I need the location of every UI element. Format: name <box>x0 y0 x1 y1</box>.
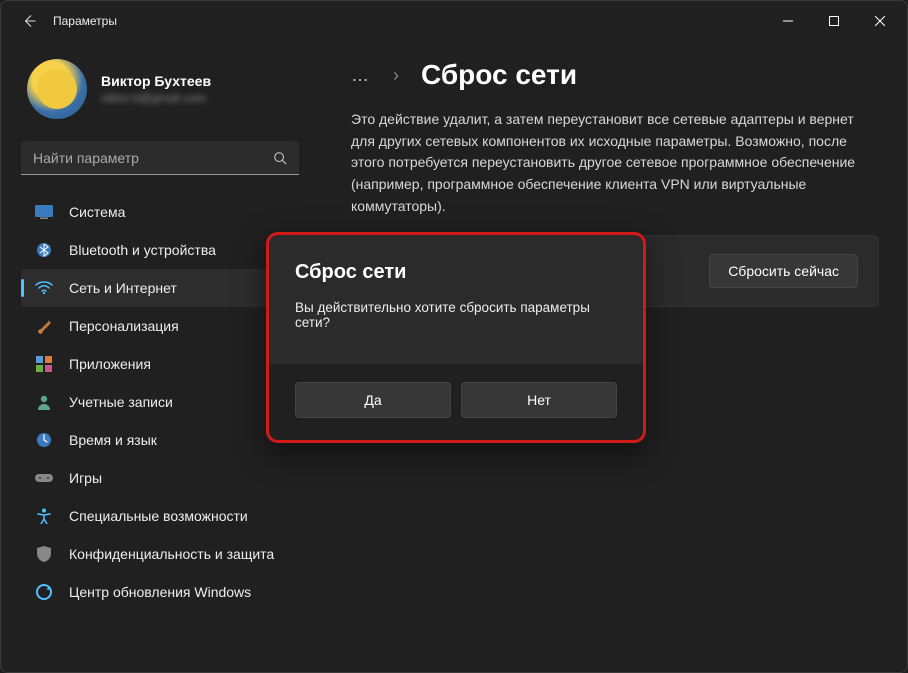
nav-accounts[interactable]: Учетные записи <box>21 383 305 421</box>
nav-apps[interactable]: Приложения <box>21 345 305 383</box>
accessibility-icon <box>35 507 53 525</box>
nav-privacy[interactable]: Конфиденциальность и защита <box>21 535 305 573</box>
nav-accessibility[interactable]: Специальные возможности <box>21 497 305 535</box>
nav-label: Конфиденциальность и защита <box>69 546 274 562</box>
nav-label: Игры <box>69 470 102 486</box>
profile-name: Виктор Бухтеев <box>101 73 211 89</box>
search-icon <box>273 151 287 165</box>
search-input[interactable] <box>33 150 273 166</box>
nav-label: Сеть и Интернет <box>69 280 177 296</box>
nav-label: Время и язык <box>69 432 157 448</box>
nav-label: Bluetooth и устройства <box>69 242 216 258</box>
nav-label: Учетные записи <box>69 394 173 410</box>
page-title: Сброс сети <box>421 59 577 91</box>
nav-network[interactable]: Сеть и Интернет <box>21 269 305 307</box>
nav-gaming[interactable]: Игры <box>21 459 305 497</box>
person-icon <box>35 393 53 411</box>
profile-email: viktor.b@gmail.com <box>101 91 211 105</box>
breadcrumb: … › Сброс сети <box>351 59 879 91</box>
back-button[interactable] <box>15 7 43 35</box>
bluetooth-icon <box>35 241 53 259</box>
page-description: Это действие удалит, а затем переустанов… <box>351 109 879 217</box>
maximize-icon <box>829 16 839 26</box>
shield-icon <box>35 545 53 563</box>
dialog-no-button[interactable]: Нет <box>461 382 617 418</box>
avatar <box>27 59 87 119</box>
nav-label: Система <box>69 204 125 220</box>
chevron-right-icon: › <box>393 65 399 86</box>
arrow-left-icon <box>22 14 36 28</box>
profile-block[interactable]: Виктор Бухтеев viktor.b@gmail.com <box>21 51 305 137</box>
close-button[interactable] <box>857 5 903 37</box>
dialog-message: Вы действительно хотите сбросить парамет… <box>295 300 617 330</box>
nav-personalization[interactable]: Персонализация <box>21 307 305 345</box>
gamepad-icon <box>35 469 53 487</box>
maximize-button[interactable] <box>811 5 857 37</box>
apps-icon <box>35 355 53 373</box>
dialog-yes-button[interactable]: Да <box>295 382 451 418</box>
titlebar: Параметры <box>1 1 907 41</box>
window-controls <box>765 5 903 37</box>
nav-windows-update[interactable]: Центр обновления Windows <box>21 573 305 611</box>
nav-label: Персонализация <box>69 318 179 334</box>
nav-list: Система Bluetooth и устройства Сеть и Ин… <box>21 193 305 611</box>
minimize-icon <box>783 16 793 26</box>
close-icon <box>875 16 885 26</box>
clock-globe-icon <box>35 431 53 449</box>
minimize-button[interactable] <box>765 5 811 37</box>
nav-label: Специальные возможности <box>69 508 248 524</box>
window-title: Параметры <box>53 14 765 28</box>
breadcrumb-more[interactable]: … <box>351 65 371 86</box>
update-icon <box>35 583 53 601</box>
monitor-icon <box>35 203 53 221</box>
wifi-icon <box>35 279 53 297</box>
nav-time-language[interactable]: Время и язык <box>21 421 305 459</box>
confirm-dialog: Сброс сети Вы действительно хотите сброс… <box>266 232 646 443</box>
brush-icon <box>35 317 53 335</box>
nav-bluetooth[interactable]: Bluetooth и устройства <box>21 231 305 269</box>
nav-label: Центр обновления Windows <box>69 584 251 600</box>
dialog-title: Сброс сети <box>295 261 617 284</box>
nav-system[interactable]: Система <box>21 193 305 231</box>
nav-label: Приложения <box>69 356 151 372</box>
reset-now-button[interactable]: Сбросить сейчас <box>709 254 858 288</box>
search-box[interactable] <box>21 141 299 175</box>
